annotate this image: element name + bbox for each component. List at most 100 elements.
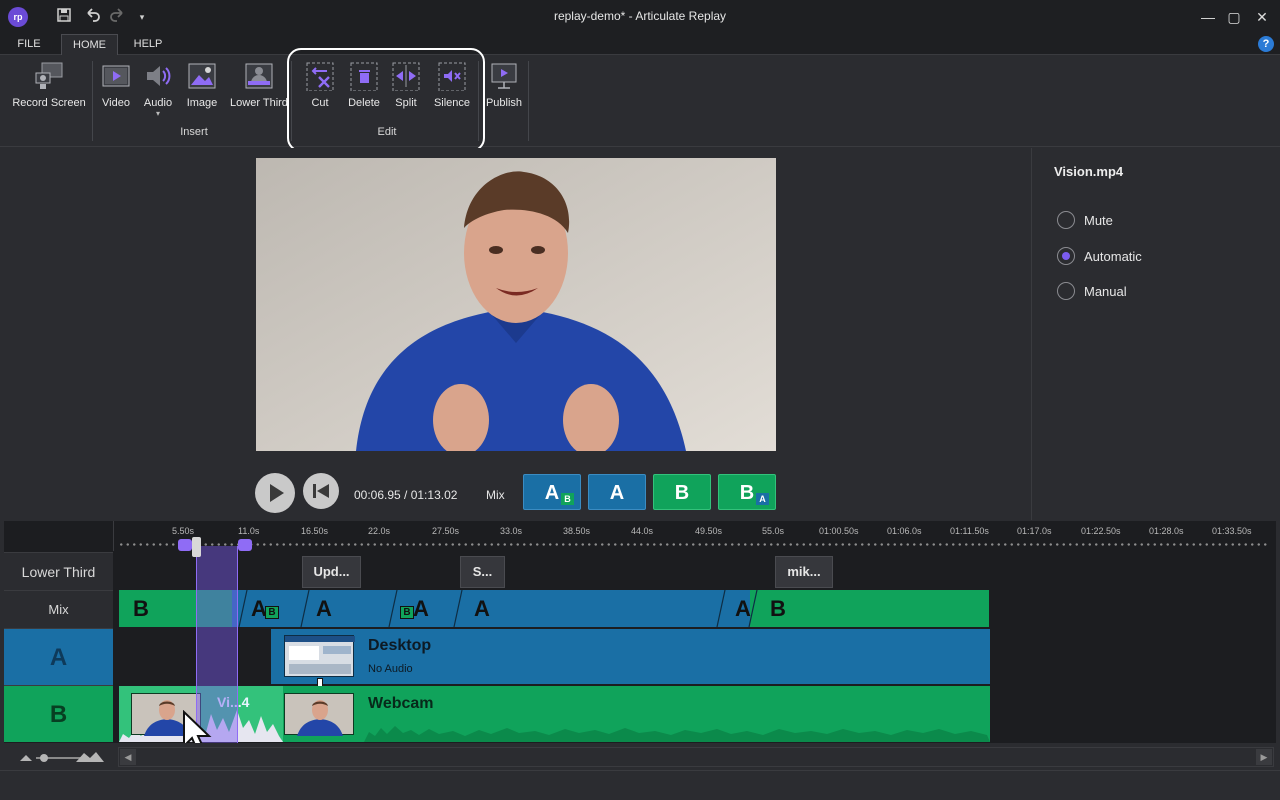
horizontal-scrollbar[interactable] [118, 747, 1274, 767]
lower-third-clip[interactable]: S... [460, 556, 505, 588]
ribbon-separator [528, 61, 529, 141]
ruler-tick: 01:17.0s [1017, 526, 1052, 536]
mix-segment-letter: A [413, 596, 429, 621]
video-icon [101, 61, 131, 91]
scroll-left-icon[interactable]: ◀ [120, 749, 136, 765]
lower-third-clip[interactable]: Upd... [302, 556, 361, 588]
track-b-label: B [4, 685, 113, 742]
mix-badge: B [561, 493, 574, 505]
automatic-label: Automatic [1084, 249, 1142, 264]
mix-badge: A [756, 493, 769, 505]
webcam-thumbnail [284, 693, 354, 736]
video-label: Video [102, 97, 130, 109]
status-bar [0, 770, 1280, 800]
scroll-right-icon[interactable]: ▶ [1256, 749, 1272, 765]
record-screen-label: Record Screen [12, 97, 86, 109]
mix-letter: B [739, 482, 755, 504]
lower-third-label: Lower Third [230, 97, 288, 109]
ruler-ticks [118, 543, 1268, 546]
audio-label: Audio [143, 97, 173, 109]
properties-panel [1031, 148, 1280, 520]
ruler-tick: 01:06.0s [887, 526, 922, 536]
mix-a-button[interactable]: A [588, 474, 646, 510]
lower-third-icon [244, 61, 274, 91]
mix-letter: A [544, 482, 560, 504]
mix-badge: B [400, 606, 414, 619]
manual-label: Manual [1084, 284, 1127, 299]
ribbon-tab-bar [0, 34, 1280, 55]
ruler-tick: 44.0s [631, 526, 654, 536]
insert-group-label: Insert [180, 126, 208, 138]
time-readout: 00:06.95 / 01:13.02 [354, 488, 458, 502]
mix-segment-letter: B [770, 596, 786, 621]
ruler-tick: 27.50s [432, 526, 460, 536]
ruler-tick: 38.50s [563, 526, 591, 536]
manual-radio[interactable] [1057, 282, 1075, 300]
rewind-button[interactable] [303, 473, 339, 509]
publish-icon [489, 61, 519, 91]
desktop-thumbnail [284, 635, 355, 677]
ruler-tick: 49.50s [695, 526, 723, 536]
image-button[interactable]: Image [184, 61, 220, 117]
edit-group-highlight [287, 48, 485, 152]
mix-segment-letter: A [474, 596, 490, 621]
ruler-tick: 55.0s [762, 526, 785, 536]
mix-label: Mix [486, 488, 505, 502]
mix-badge: B [265, 606, 279, 619]
selection-end-handle[interactable] [238, 539, 252, 551]
video-button[interactable]: Video [99, 61, 133, 117]
mute-label: Mute [1084, 213, 1113, 228]
track-a-label: A [4, 628, 113, 685]
ruler-tick: 01:33.50s [1212, 526, 1252, 536]
mix-track-label: Mix [4, 590, 113, 628]
ruler-tick: 11.0s [238, 526, 260, 536]
mix-letter: A [609, 482, 625, 504]
mute-radio[interactable] [1057, 211, 1075, 229]
selection-start-handle[interactable] [178, 539, 192, 551]
lower-third-clip[interactable]: mik... [775, 556, 833, 588]
ruler-tick: 01:00.50s [819, 526, 859, 536]
tab-home[interactable]: HOME [61, 34, 118, 56]
play-icon [270, 484, 284, 502]
publish-label: Publish [485, 97, 523, 109]
automatic-radio[interactable] [1057, 247, 1075, 265]
record-screen-button[interactable]: Record Screen [8, 61, 90, 117]
ruler-tick: 01:11.50s [950, 526, 989, 536]
record-screen-icon [34, 61, 64, 91]
audio-button[interactable]: Audio ▾ [141, 61, 175, 118]
lower-third-button[interactable]: Lower Third [229, 61, 289, 117]
mix-dividers [238, 590, 758, 627]
video-preview [256, 158, 776, 451]
mix-segment-letter: A [735, 596, 751, 621]
tab-file[interactable]: FILE [8, 34, 50, 56]
clip-name: Vision.mp4 [1054, 164, 1124, 179]
speaker-icon [143, 61, 173, 91]
ruler-tick: 01:22.50s [1081, 526, 1121, 536]
help-icon[interactable]: ? [1258, 36, 1274, 52]
ruler-tick: 5.50s [172, 526, 195, 536]
ruler-tick: 33.0s [500, 526, 523, 536]
image-icon [187, 61, 217, 91]
close-icon[interactable]: ✕ [1250, 6, 1274, 28]
tab-help[interactable]: HELP [126, 34, 170, 56]
ruler-tick: 16.50s [301, 526, 329, 536]
zoom-slider[interactable] [18, 750, 108, 764]
playhead[interactable] [192, 537, 201, 557]
lower-third-track-label: Lower Third [4, 552, 113, 590]
ruler-tick: 22.0s [368, 526, 391, 536]
mix-segment-letter: B [133, 596, 149, 621]
mix-b-with-a-button[interactable]: B A [718, 474, 776, 510]
audio-dropdown-icon[interactable]: ▾ [141, 109, 175, 118]
mix-segment-letter: A [316, 596, 332, 621]
skip-back-icon [313, 484, 329, 498]
desktop-clip-title: Desktop [368, 637, 432, 654]
publish-button[interactable]: Publish [485, 61, 523, 117]
mix-b-button[interactable]: B [653, 474, 711, 510]
maximize-icon[interactable]: ▢ [1222, 6, 1246, 28]
play-button[interactable] [255, 473, 295, 513]
minimize-icon[interactable]: — [1196, 6, 1220, 28]
mix-a-with-b-button[interactable]: A B [523, 474, 581, 510]
webcam-clip-title: Webcam [368, 695, 434, 712]
timeline-corner [4, 521, 114, 551]
window-title: replay-demo* - Articulate Replay [553, 9, 727, 23]
